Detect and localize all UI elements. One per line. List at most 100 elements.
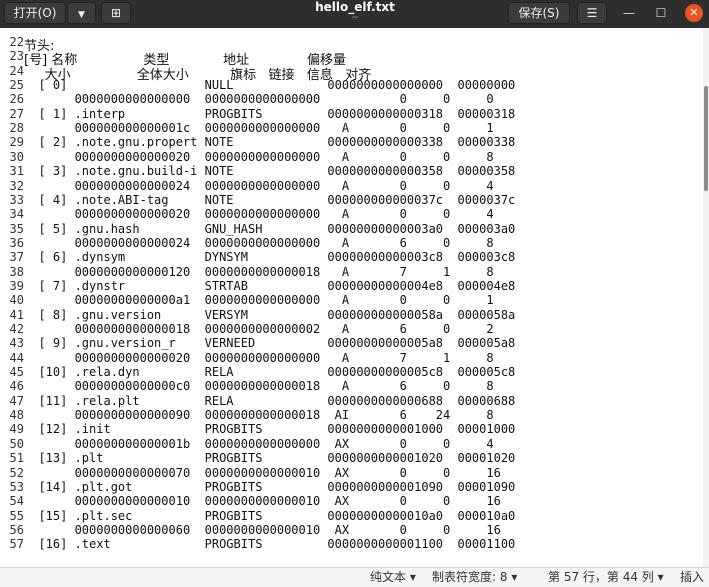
line-number: 51: [9, 451, 24, 466]
line-text: [10] .rela.dyn RELA 00000000000005c8 000…: [24, 365, 516, 380]
line-number: 41: [9, 307, 24, 322]
line-text: [ 4] .note.ABI-tag NOTE 000000000000037c…: [24, 192, 516, 207]
line-number: 57: [9, 537, 24, 552]
close-icon: ✕: [689, 6, 699, 19]
line-text: 0000000000000020 0000000000000000 A 7 1 …: [24, 350, 494, 365]
line-text: 0000000000000024 0000000000000000 A 6 0 …: [24, 235, 494, 250]
line-number: 53: [9, 479, 24, 494]
tab-width-label: 制表符宽度: 8: [432, 570, 508, 584]
close-button[interactable]: ✕: [685, 4, 703, 22]
line-text: [ 3] .note.gnu.build-i NOTE 000000000000…: [24, 164, 516, 179]
line-number: 47: [9, 393, 24, 408]
line-number: 54: [9, 494, 24, 509]
text-editor[interactable]: 22 节头: 23 [号] 名称 类型 地址 偏移量 24 大小 全体大小 旗标 链接 …: [0, 28, 703, 567]
maximize-icon: ☐: [655, 6, 667, 20]
line-number: 55: [9, 508, 24, 523]
language-selector[interactable]: 纯文本 ▾: [370, 568, 416, 586]
line-number: 35: [9, 221, 24, 236]
line-text: 0000000000000000 0000000000000000 0 0 0: [24, 92, 494, 107]
line-number: 34: [9, 207, 24, 222]
line-text: [12] .init PROGBITS 0000000000001000 000…: [24, 422, 516, 437]
line-number: 46: [9, 379, 24, 394]
chevron-down-icon: ▼: [78, 10, 85, 20]
tab-width-selector[interactable]: 制表符宽度: 8 ▾: [432, 568, 517, 586]
minimize-button[interactable]: —: [620, 4, 638, 22]
line-text: [ 9] .gnu.version_r VERNEED 000000000000…: [24, 336, 516, 351]
line-number: 27: [9, 106, 24, 121]
new-document-icon: ⊞: [110, 6, 122, 20]
line-number: 24: [9, 63, 24, 78]
line-number: 39: [9, 278, 24, 293]
line-text: [16] .text PROGBITS 0000000000001100 000…: [24, 537, 516, 552]
line-number: 49: [9, 422, 24, 437]
line-text: [ 0] NULL 0000000000000000 00000000: [24, 78, 516, 93]
line-number: 44: [9, 350, 24, 365]
status-bar: 纯文本 ▾ 制表符宽度: 8 ▾ 第 57 行，第 44 列 ▾ 插入: [0, 567, 709, 587]
line-text: [ 7] .dynstr STRTAB 00000000000004e8 000…: [24, 278, 516, 293]
line-number: 43: [9, 336, 24, 351]
line-number: 56: [9, 522, 24, 537]
line-text: [14] .plt.got PROGBITS 0000000000001090 …: [24, 479, 516, 494]
line-number: 38: [9, 264, 24, 279]
scrollbar-thumb[interactable]: [704, 86, 708, 191]
open-button[interactable]: 打开(O): [4, 2, 66, 24]
line-number: 42: [9, 322, 24, 336]
line-number: 48: [9, 408, 24, 423]
line-text: 0000000000000060 0000000000000010 AX 0 0…: [24, 522, 501, 537]
maximize-button[interactable]: ☐: [652, 4, 670, 22]
line-number: 28: [9, 121, 24, 136]
line-number: 52: [9, 465, 24, 480]
line-text: 0000000000000020 0000000000000000 A 0 0 …: [24, 207, 494, 222]
line-text: 0000000000000020 0000000000000000 A 0 0 …: [24, 149, 494, 164]
line-text: 0000000000000120 0000000000000018 A 7 1 …: [24, 264, 494, 279]
line-number: 31: [9, 164, 24, 179]
insert-mode-indicator: 插入: [680, 570, 705, 584]
line-text: [ 2] .note.gnu.propert NOTE 000000000000…: [24, 135, 516, 150]
line-text: 000000000000001b 0000000000000000 AX 0 0…: [24, 436, 494, 451]
line-text: [ 1] .interp PROGBITS 0000000000000318 0…: [24, 106, 516, 121]
line-number: 40: [9, 293, 24, 308]
chevron-down-icon: ▾: [511, 570, 518, 584]
language-label: 纯文本: [370, 570, 407, 584]
minimize-icon: —: [623, 6, 635, 20]
line-text: 0000000000000024 0000000000000000 A 0 0 …: [24, 178, 494, 193]
line-number: 22: [9, 35, 24, 49]
line-text: 0000000000000090 0000000000000018 AI 6 2…: [24, 408, 494, 423]
line-text: [ 5] .gnu.hash GNU_HASH 00000000000003a0…: [24, 221, 516, 236]
line-number: 26: [9, 92, 24, 107]
chevron-down-icon: ▾: [409, 570, 416, 584]
line-number: 37: [9, 250, 24, 265]
window-title: hello_elf.txt: [315, 0, 395, 14]
line-number: 33: [9, 192, 24, 207]
line-text: 00000000000000a1 0000000000000000 A 0 0 …: [24, 293, 494, 308]
line-text: [13] .plt PROGBITS 0000000000001020 0000…: [24, 451, 516, 466]
line-number: 23: [9, 49, 24, 64]
line-text: [15] .plt.sec PROGBITS 00000000000010a0 …: [24, 508, 516, 523]
cursor-position-label: 第 57 行，第 44 列: [548, 570, 654, 584]
line-text: 000000000000001c 0000000000000000 A 0 0 …: [24, 121, 494, 136]
vertical-scrollbar[interactable]: [703, 28, 709, 567]
line-number: 32: [9, 178, 24, 193]
menu-button[interactable]: ☰: [577, 2, 607, 24]
window-subtitle: ~: [351, 13, 359, 23]
line-number: 45: [9, 365, 24, 380]
line-text: [11] .rela.plt RELA 0000000000000688 000…: [24, 393, 516, 408]
line-text: 0000000000000010 0000000000000010 AX 0 0…: [24, 494, 501, 509]
line-text: [ 8] .gnu.version VERSYM 000000000000058…: [24, 307, 516, 322]
line-number: 50: [9, 436, 24, 451]
save-button[interactable]: 保存(S): [508, 2, 570, 24]
chevron-down-icon: ▾: [657, 570, 664, 584]
line-text: 0000000000000018 0000000000000002 A 6 0 …: [24, 322, 494, 336]
new-tab-button[interactable]: ⊞: [101, 2, 131, 24]
line-number: 30: [9, 149, 24, 164]
line-text: 0000000000000070 0000000000000010 AX 0 0…: [24, 465, 501, 480]
cursor-position-selector[interactable]: 第 57 行，第 44 列 ▾: [548, 568, 664, 586]
line-number: 36: [9, 235, 24, 250]
header-bar: 打开(O) ▼ ⊞ hello_elf.txt ~ 保存(S) ☰ — ☐ ✕: [0, 0, 709, 28]
line-number: 25: [9, 78, 24, 93]
line-text: 00000000000000c0 0000000000000018 A 6 0 …: [24, 379, 494, 394]
line-text: [ 6] .dynsym DYNSYM 00000000000003c8 000…: [24, 250, 516, 265]
open-dropdown-button[interactable]: ▼: [67, 2, 96, 24]
hamburger-menu-icon: ☰: [586, 6, 598, 20]
line-number: 29: [9, 135, 24, 150]
